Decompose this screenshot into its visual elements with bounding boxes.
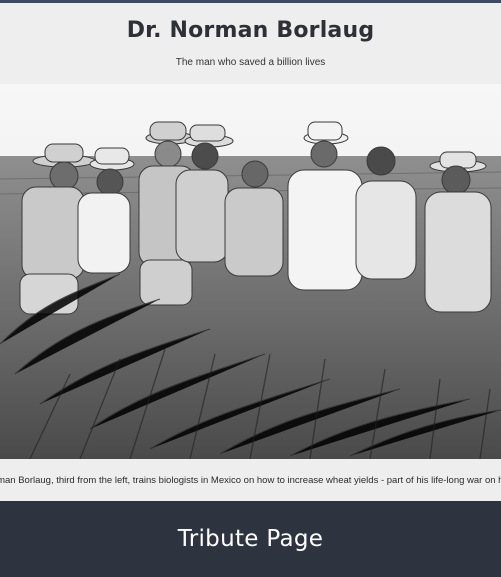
page-frame: Dr. Norman Borlaug The man who saved a b… xyxy=(0,0,501,577)
caption-bar: Dr. Norman Borlaug, third from the left,… xyxy=(0,459,501,501)
footer-title: Tribute Page xyxy=(177,526,324,552)
page-title: Dr. Norman Borlaug xyxy=(126,18,375,43)
tribute-photo xyxy=(0,84,501,459)
header: Dr. Norman Borlaug The man who saved a b… xyxy=(0,3,501,84)
page-subtitle: The man who saved a billion lives xyxy=(175,57,326,68)
footer: Tribute Page xyxy=(0,501,501,577)
tribute-image xyxy=(0,84,501,459)
photo-caption: Dr. Norman Borlaug, third from the left,… xyxy=(0,474,501,486)
